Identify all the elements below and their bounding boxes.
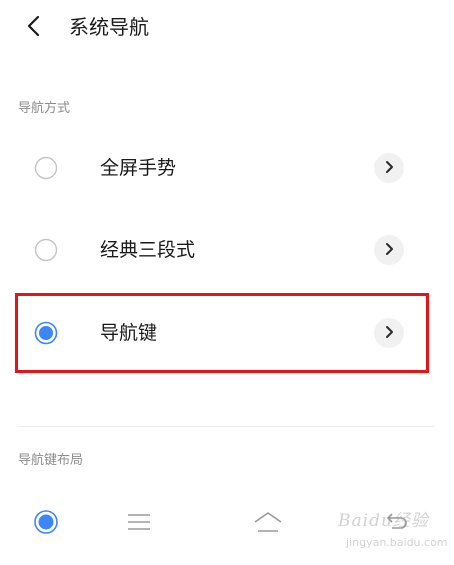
- radio-selected-icon[interactable]: [28, 504, 64, 540]
- watermark-title: Baidu经验: [338, 511, 429, 531]
- back-button[interactable]: [18, 12, 50, 44]
- page-title: 系统导航: [69, 15, 149, 39]
- radio-unselected-icon[interactable]: [34, 156, 58, 180]
- home-icon[interactable]: [250, 504, 286, 540]
- nav-option-label: 导航键: [100, 322, 158, 344]
- chevron-left-icon: [25, 14, 43, 42]
- section-label-nav-method: 导航方式: [18, 101, 71, 116]
- radio-selected-icon[interactable]: [34, 321, 58, 345]
- nav-option-classic-three[interactable]: 经典三段式: [18, 214, 428, 286]
- chevron-right-icon: [383, 159, 395, 178]
- nav-option-fullscreen-gesture[interactable]: 全屏手势: [18, 132, 428, 204]
- header-bar: 系统导航: [0, 0, 454, 56]
- radio-unselected-icon[interactable]: [34, 238, 58, 262]
- divider: [18, 426, 434, 427]
- menu-icon[interactable]: [121, 504, 157, 540]
- chevron-right-button[interactable]: [374, 235, 404, 265]
- baidu-jingyan-watermark: Baidu经验 jingyan.baidu.com: [330, 498, 450, 558]
- chevron-right-button[interactable]: [374, 153, 404, 183]
- chevron-right-button[interactable]: [374, 318, 404, 348]
- chevron-right-icon: [383, 324, 395, 343]
- section-label-nav-layout: 导航键布局: [18, 453, 84, 468]
- chevron-right-icon: [383, 241, 395, 260]
- watermark-subtitle: jingyan.baidu.com: [346, 536, 448, 549]
- nav-option-label: 经典三段式: [100, 239, 196, 261]
- nav-option-nav-keys[interactable]: 导航键: [18, 297, 428, 369]
- nav-option-label: 全屏手势: [100, 157, 177, 179]
